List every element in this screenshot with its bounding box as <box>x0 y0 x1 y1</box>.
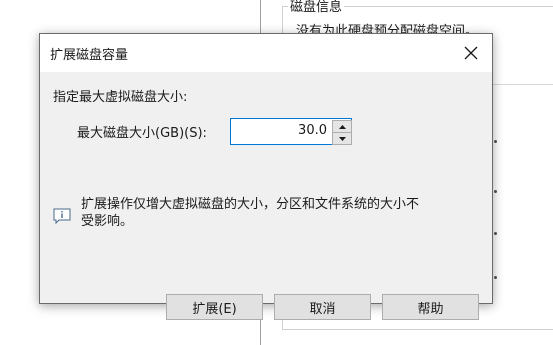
chevron-up-icon <box>338 124 346 129</box>
close-icon <box>464 46 478 60</box>
bullet-dot <box>494 140 497 143</box>
dialog-title: 扩展磁盘容量 <box>50 48 129 63</box>
info-message-line: 扩展操作仅增大虚拟磁盘的大小，分区和文件系统的大小不 <box>81 197 420 212</box>
max-size-spinbox: 30.0 <box>230 118 352 145</box>
dialog-titlebar[interactable]: 扩展磁盘容量 <box>40 34 492 72</box>
dialog-body: 指定最大虚拟磁盘大小: 最大磁盘大小(GB)(S): 30.0 扩展操作仅增大虚… <box>40 72 492 320</box>
size-prompt: 指定最大虚拟磁盘大小: <box>53 90 188 105</box>
bullet-dot <box>494 276 497 279</box>
bullet-dot <box>494 190 497 193</box>
background-divider-line <box>486 84 553 85</box>
expand-disk-dialog: 扩展磁盘容量 指定最大虚拟磁盘大小: 最大磁盘大小(GB)(S): 30.0 扩… <box>39 33 493 320</box>
expand-button[interactable]: 扩展(E) <box>166 294 263 320</box>
spin-down-button[interactable] <box>332 132 352 145</box>
info-icon <box>53 208 71 224</box>
disk-info-group-title: 磁盘信息 <box>288 0 345 15</box>
chevron-down-icon <box>338 136 346 141</box>
help-button[interactable]: 帮助 <box>382 294 479 320</box>
bullet-dot <box>494 232 497 235</box>
close-button[interactable] <box>456 38 486 68</box>
max-size-label: 最大磁盘大小(GB)(S): <box>77 126 207 141</box>
info-message: 扩展操作仅增大虚拟磁盘的大小，分区和文件系统的大小不 受影响。 <box>81 196 419 230</box>
cancel-button[interactable]: 取消 <box>274 294 371 320</box>
info-message-line: 受影响。 <box>81 214 134 229</box>
spin-buttons <box>331 119 352 145</box>
max-size-input[interactable]: 30.0 <box>298 123 327 138</box>
